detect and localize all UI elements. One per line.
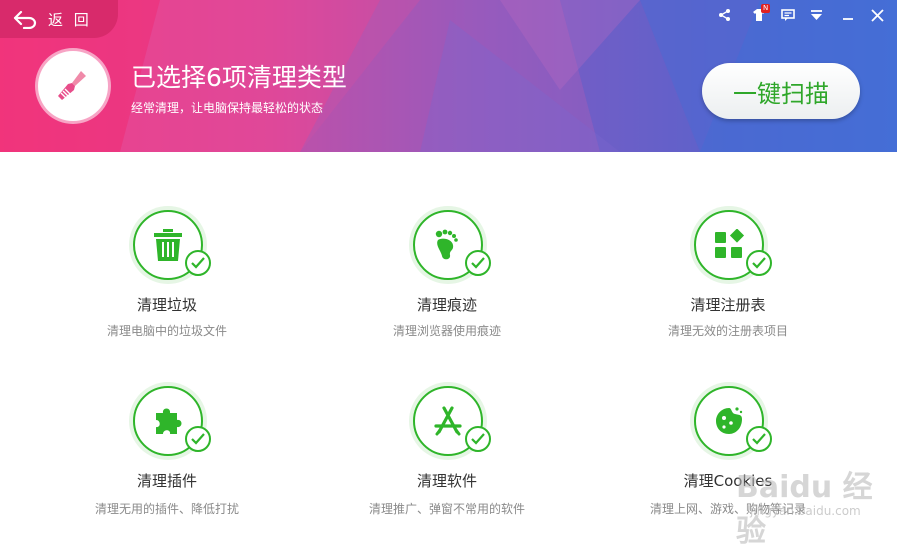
check-icon [746,250,772,276]
check-icon [465,250,491,276]
item-title: 清理插件 [136,472,197,490]
item-desc: 清理上网、游戏、购物等记录 [649,502,806,516]
shirt-badge: N [761,4,771,13]
item-title: 清理垃圾 [136,296,197,314]
item-title: 清理Cookies [683,472,773,490]
broom-icon [38,51,108,121]
item-title: 清理痕迹 [416,296,477,314]
back-button[interactable]: 返 回 [0,0,118,38]
item-desc: 清理无效的注册表项目 [667,324,788,338]
shirt-icon[interactable]: N [747,4,771,24]
check-icon [185,426,211,452]
item-desc: 清理推广、弹窗不常用的软件 [368,502,525,516]
page-subtitle: 经常清理，让电脑保持最轻松的状态 [131,101,324,115]
clean-option-plugins[interactable]: 清理插件 清理无用的插件、降低打扰 [37,384,297,524]
message-icon[interactable] [780,6,796,24]
dropdown-icon[interactable] [808,6,824,24]
item-desc: 清理无用的插件、降低打扰 [94,502,239,516]
minimize-icon[interactable] [840,6,856,24]
item-title: 清理注册表 [690,296,766,314]
clean-option-cookies[interactable]: 清理Cookies 清理上网、游戏、购物等记录 [598,384,858,524]
back-label: 返 回 [48,10,92,29]
close-icon[interactable] [868,6,886,24]
header-banner: 返 回 N 已选择6项清理类型 经常清理，让电脑保持最轻松的状态 一键扫描 [0,0,897,152]
item-title: 清理软件 [416,472,477,490]
clean-option-software[interactable]: 清理软件 清理推广、弹窗不常用的软件 [317,384,577,524]
check-icon [185,250,211,276]
item-desc: 清理浏览器使用痕迹 [392,324,501,338]
clean-option-traces[interactable]: 清理痕迹 清理浏览器使用痕迹 [317,208,577,348]
check-icon [746,426,772,452]
share-icon[interactable] [717,6,733,24]
clean-option-registry[interactable]: 清理注册表 清理无效的注册表项目 [598,208,858,348]
check-icon [465,426,491,452]
scan-button[interactable]: 一键扫描 [702,63,860,119]
clean-option-trash[interactable]: 清理垃圾 清理电脑中的垃圾文件 [37,208,297,348]
back-arrow-icon [13,10,37,29]
page-title: 已选择6项清理类型 [131,63,347,92]
item-desc: 清理电脑中的垃圾文件 [106,324,227,338]
